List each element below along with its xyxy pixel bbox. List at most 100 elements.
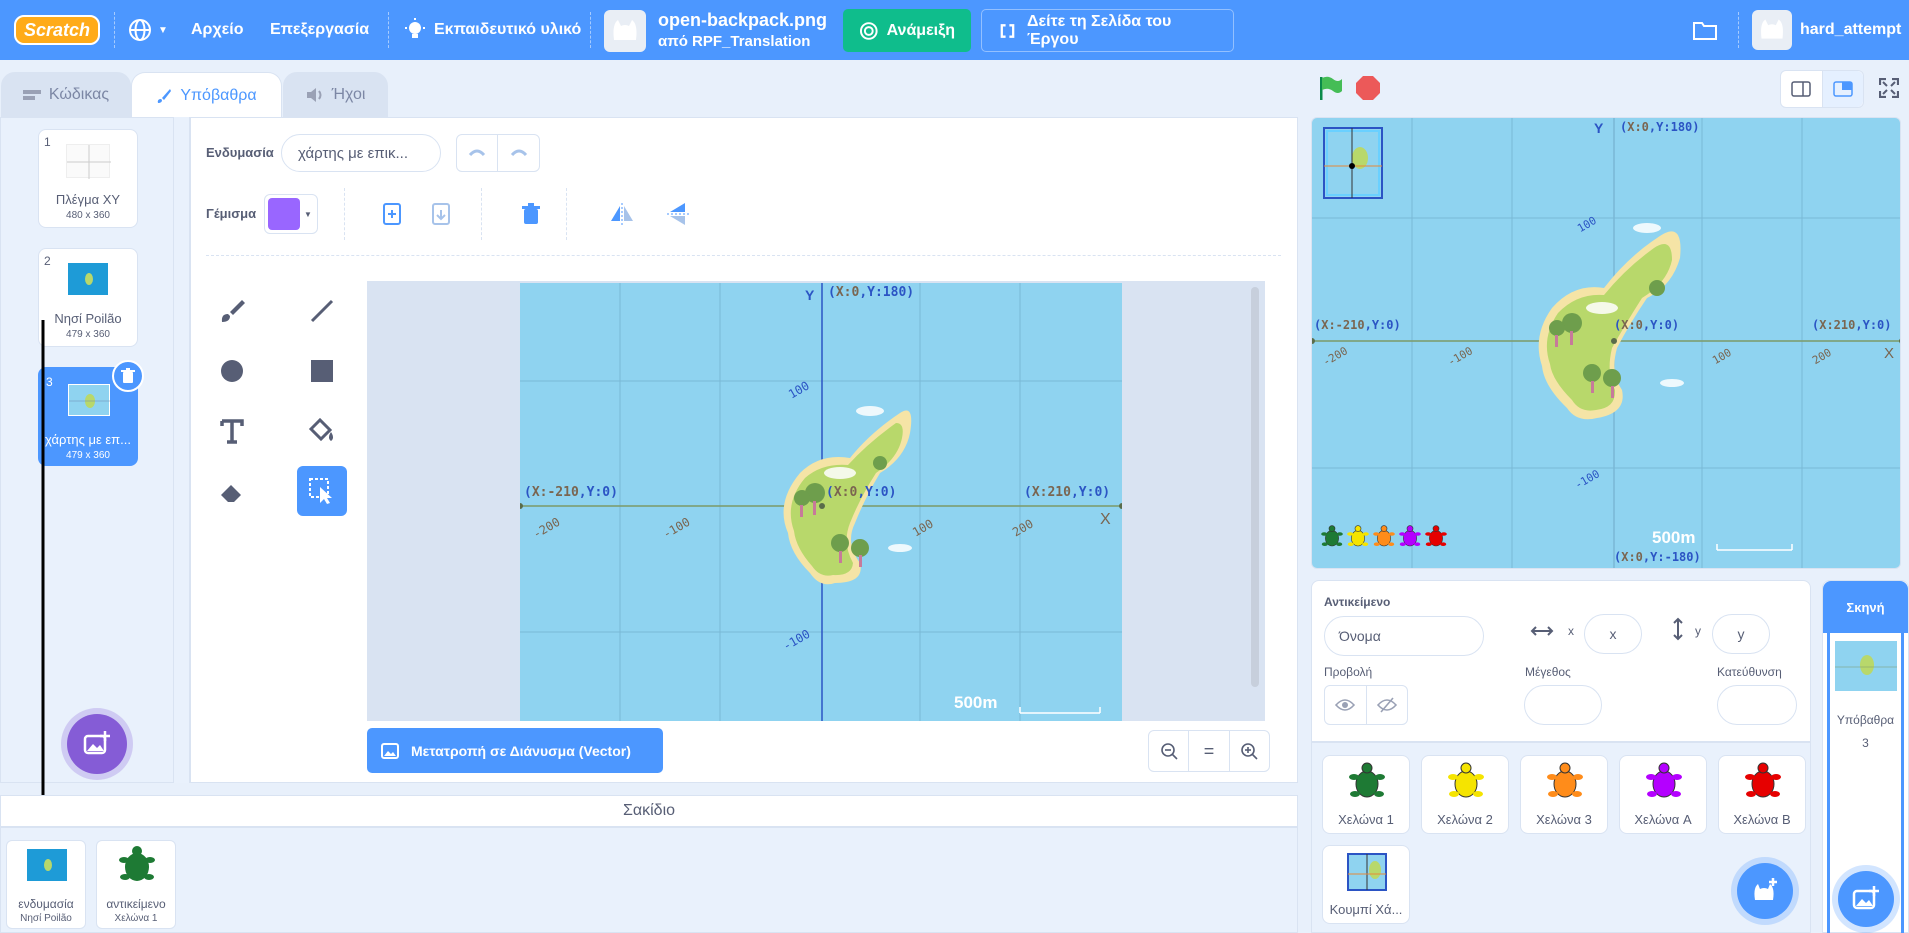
add-image-icon xyxy=(83,731,110,755)
sprite-tile[interactable]: Χελώνα B xyxy=(1718,755,1806,834)
fill-color-picker[interactable]: ▼ xyxy=(264,194,318,234)
turtle-icon xyxy=(117,845,157,888)
size-input[interactable] xyxy=(1524,685,1602,725)
direction-input[interactable] xyxy=(1717,685,1797,725)
trash-icon xyxy=(121,368,135,383)
green-flag-icon[interactable] xyxy=(1312,70,1348,106)
y-input[interactable]: y xyxy=(1712,614,1770,654)
sprite-tile[interactable]: Χελώνα 1 xyxy=(1322,755,1410,834)
sprite-tile[interactable]: Κουμπί Χά... xyxy=(1322,845,1410,924)
paste-icon[interactable] xyxy=(423,196,459,232)
x-input[interactable]: x xyxy=(1584,614,1642,654)
select-tool[interactable] xyxy=(297,466,347,516)
tab-sounds-label: Ήχοι xyxy=(331,86,366,103)
x-arrows-icon xyxy=(1530,623,1554,642)
large-stage-icon[interactable] xyxy=(1822,71,1863,107)
choose-sprite-button[interactable] xyxy=(1737,863,1793,919)
redo-icon[interactable] xyxy=(498,135,539,171)
sprite-name: Κουμπί Χά... xyxy=(1329,902,1403,917)
scratch-logo[interactable]: Scratch xyxy=(14,15,100,45)
hide-eye-icon[interactable] xyxy=(1367,686,1408,724)
turtle-sprites-on-stage xyxy=(1320,522,1448,555)
tab-sounds[interactable]: Ήχοι xyxy=(283,72,388,118)
delete-icon[interactable] xyxy=(513,196,549,232)
stage-selector-panel[interactable]: Σκηνή Υπόβαθρα 3 xyxy=(1822,580,1909,933)
fullscreen-icon[interactable] xyxy=(1871,70,1907,106)
costume-list: 1 Πλέγμα XY 480 x 360 2 Νησί Poilão 479 … xyxy=(0,117,174,783)
eraser-tool[interactable] xyxy=(207,466,257,516)
y-axis-label: Y xyxy=(1594,120,1604,136)
turtle-icon xyxy=(1743,762,1783,805)
turtle-icon xyxy=(1347,762,1387,805)
flip-horizontal-icon[interactable] xyxy=(604,196,640,232)
speaker-icon xyxy=(306,88,322,102)
sprite-tile[interactable]: Χελώνα A xyxy=(1619,755,1707,834)
map-button-thumbnail xyxy=(1347,852,1387,895)
code-icon xyxy=(22,90,41,100)
language-menu[interactable]: ▼ xyxy=(128,0,168,60)
stop-icon[interactable] xyxy=(1350,70,1386,106)
show-eye-icon[interactable] xyxy=(1325,686,1367,724)
backpack-item-type: ενδυμασία xyxy=(18,897,74,911)
line-tool[interactable] xyxy=(297,286,347,336)
backpack-header[interactable]: Σακίδιο xyxy=(0,795,1298,827)
backdrops-count: 3 xyxy=(1862,736,1869,750)
menu-bar: Scratch ▼ Αρχείο Επεξεργασία Εκπαιδευτικ… xyxy=(0,0,1909,60)
project-author[interactable]: από RPF_Translation xyxy=(658,33,810,50)
y-axis-label: Y xyxy=(805,287,815,303)
rectangle-tool[interactable] xyxy=(297,346,347,396)
delete-costume-button[interactable] xyxy=(112,360,144,392)
remix-button[interactable]: Ανάμειξη xyxy=(843,9,971,52)
costume-name-input[interactable]: χάρτης με επικ... xyxy=(281,134,441,172)
tutorials-menu[interactable]: Εκπαιδευτικό υλικό xyxy=(404,0,581,60)
edit-menu[interactable]: Επεξεργασία xyxy=(270,0,369,60)
project-title[interactable]: open-backpack.png xyxy=(658,10,827,31)
flip-vertical-icon[interactable] xyxy=(660,196,696,232)
turtle-sprite-on-stage[interactable] xyxy=(1320,522,1344,555)
fill-tool[interactable] xyxy=(297,406,347,456)
convert-to-vector-button[interactable]: Μετατροπή σε Διάνυσμα (Vector) xyxy=(367,728,663,773)
x-axis-label: X xyxy=(1100,511,1111,528)
paint-canvas[interactable]: Y X (X:0,Y:180) (X:-210,Y:0) (X:0,Y:0) (… xyxy=(367,281,1265,721)
coord-label-center: (X:0,Y:0) xyxy=(826,485,897,500)
see-project-page-button[interactable]: Δείτε τη Σελίδα του Έργου xyxy=(981,9,1234,52)
costume-size: 480 x 360 xyxy=(66,210,110,221)
tab-costumes[interactable]: Υπόβαθρα xyxy=(131,72,282,120)
text-tool[interactable] xyxy=(207,406,257,456)
user-avatar[interactable] xyxy=(1752,10,1792,50)
username: hard_attempt xyxy=(1800,21,1902,38)
zoom-out-icon[interactable] xyxy=(1149,731,1190,771)
brush-tool[interactable] xyxy=(207,286,257,336)
sprite-tile[interactable]: Χελώνα 3 xyxy=(1520,755,1608,834)
backpack-item-costume[interactable]: ενδυμασία Νησί Poilão xyxy=(6,840,86,929)
zoom-in-icon[interactable] xyxy=(1230,731,1269,771)
sprite-name-input[interactable]: Όνομα xyxy=(1324,616,1484,656)
turtle-sprite-on-stage[interactable] xyxy=(1424,522,1448,555)
costume-item-1[interactable]: 1 Πλέγμα XY 480 x 360 xyxy=(38,129,138,228)
sprite-tile[interactable]: Χελώνα 2 xyxy=(1421,755,1509,834)
file-menu[interactable]: Αρχείο xyxy=(191,0,243,60)
convert-label: Μετατροπή σε Διάνυσμα (Vector) xyxy=(411,742,631,759)
user-menu[interactable]: hard_attempt ▼ xyxy=(1800,0,1909,60)
costume-list-scrollbar[interactable] xyxy=(174,117,190,783)
circle-tool[interactable] xyxy=(207,346,257,396)
turtle-sprite-on-stage[interactable] xyxy=(1398,522,1422,555)
turtle-sprite-on-stage[interactable] xyxy=(1372,522,1396,555)
stage[interactable]: Y X (X:0,Y:180) (X:-210,Y:0) (X:0,Y:0) (… xyxy=(1311,117,1901,569)
small-stage-icon[interactable] xyxy=(1781,71,1823,107)
turtle-sprite-on-stage[interactable] xyxy=(1346,522,1370,555)
choose-backdrop-stage-button[interactable] xyxy=(1838,871,1894,927)
cat-add-icon xyxy=(1754,878,1777,900)
zoom-controls: = xyxy=(1148,730,1270,772)
project-thumbnail xyxy=(604,10,646,52)
undo-icon[interactable] xyxy=(457,135,499,171)
choose-backdrop-button[interactable] xyxy=(67,714,127,774)
backpack-item-name: Χελώνα 1 xyxy=(114,913,158,924)
tab-code[interactable]: Κώδικας xyxy=(1,72,131,118)
folder-icon[interactable] xyxy=(1687,12,1723,48)
image-icon xyxy=(381,742,399,759)
canvas-scrollbar[interactable] xyxy=(1251,287,1259,687)
copy-icon[interactable] xyxy=(374,196,410,232)
zoom-reset-button[interactable]: = xyxy=(1189,731,1230,771)
backpack-item-sprite[interactable]: αντικείμενο Χελώνα 1 xyxy=(96,840,176,929)
